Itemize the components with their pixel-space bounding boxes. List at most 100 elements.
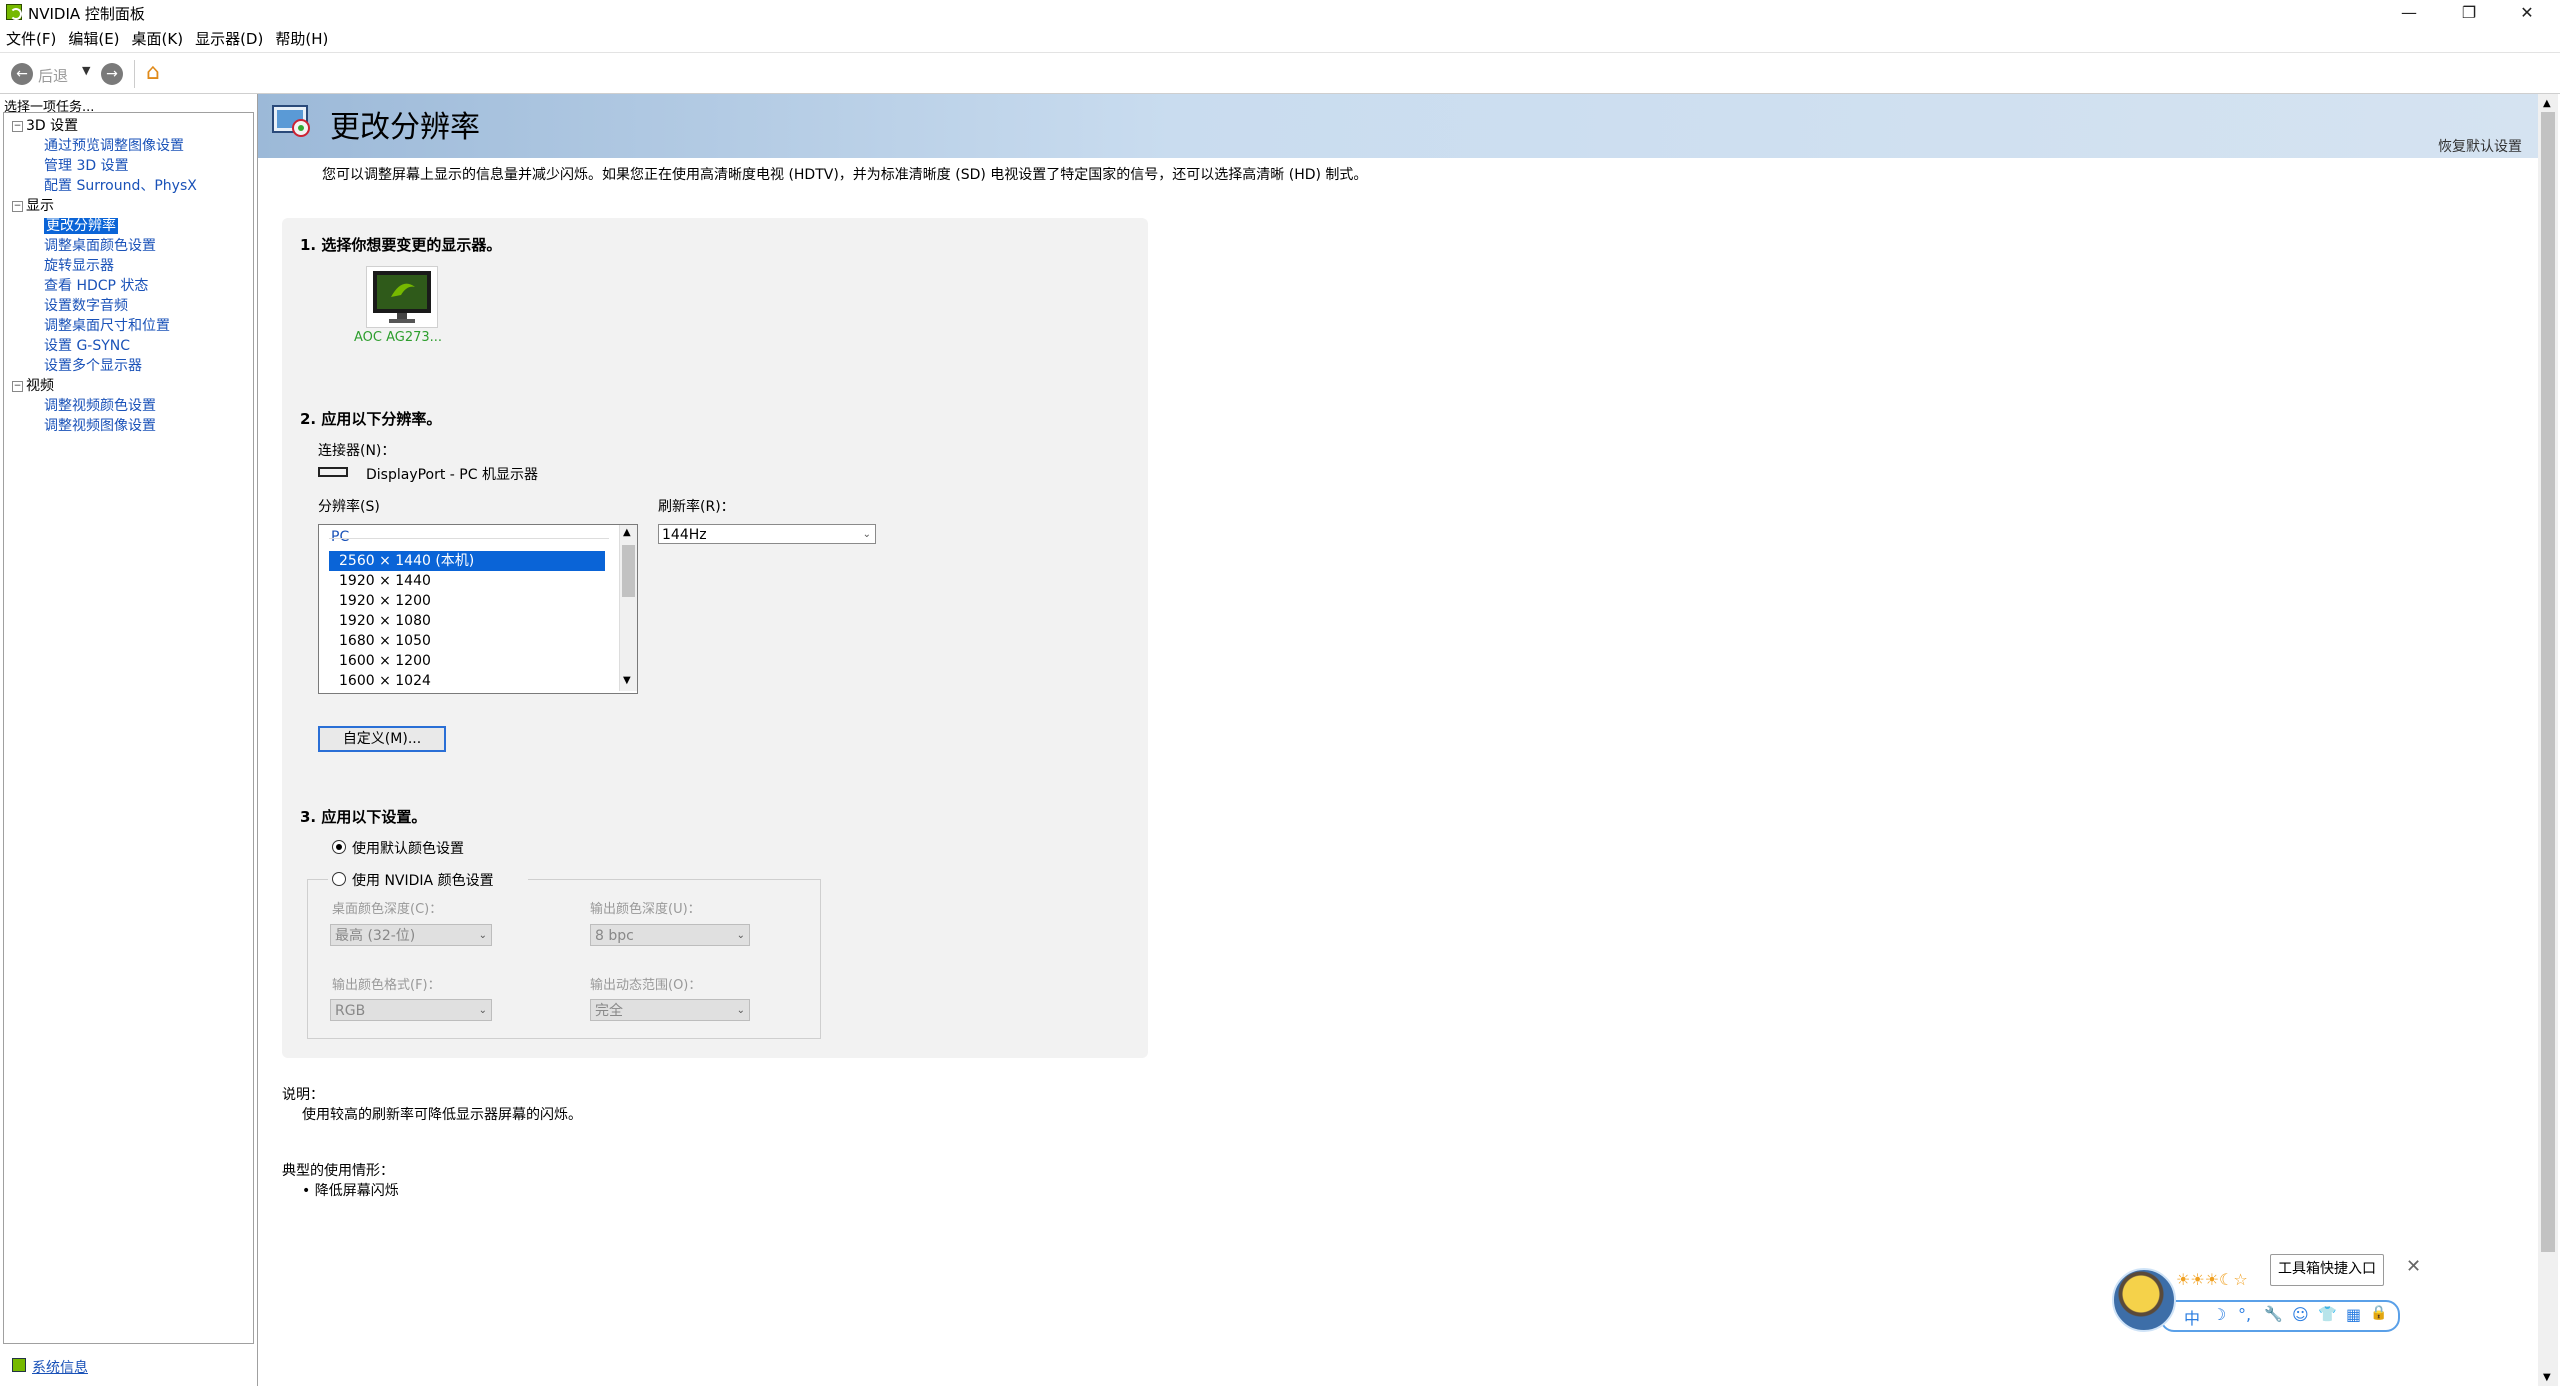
tree-item-video-image[interactable]: 调整视频图像设置 <box>12 416 197 436</box>
level-stars: ☀☀☀☾☆ <box>2176 1270 2248 1289</box>
radio-default-color-label[interactable]: 使用默认颜色设置 <box>352 838 464 858</box>
restore-defaults-link[interactable]: 恢复默认设置 <box>2438 136 2522 156</box>
scroll-down-icon[interactable]: ▼ <box>2543 1372 2551 1383</box>
step2-heading: 2. 应用以下分辨率。 <box>300 410 442 428</box>
output-range-dropdown[interactable]: 完全 ⌄ <box>590 999 750 1021</box>
tree-category-display[interactable]: − 显示 <box>12 196 197 216</box>
content-scroll-thumb[interactable] <box>2541 112 2555 1252</box>
forward-arrow-icon[interactable]: → <box>101 63 123 85</box>
collapse-icon[interactable]: − <box>12 200 23 212</box>
resolution-listbox[interactable]: PC 2560 × 1440 (本机) 1920 × 1440 1920 × 1… <box>318 524 638 694</box>
lock-icon[interactable]: 🔒 <box>2370 1305 2387 1321</box>
menu-bar: 文件(F) 编辑(E) 桌面(K) 显示器(D) 帮助(H) <box>0 28 334 50</box>
page-banner <box>258 94 2538 158</box>
radio-nvidia-color[interactable] <box>332 872 346 886</box>
resolution-scrollbar[interactable]: ▲ ▼ <box>619 525 637 691</box>
window-title: NVIDIA 控制面板 <box>28 5 145 23</box>
resolution-item[interactable]: 1600 × 1024 <box>329 671 605 689</box>
tree-item-desktop-color[interactable]: 调整桌面颜色设置 <box>12 236 197 256</box>
wrench-icon[interactable]: 🔧 <box>2264 1305 2283 1323</box>
scroll-up-icon[interactable]: ▲ <box>623 527 631 538</box>
menu-edit[interactable]: 编辑(E) <box>62 28 125 50</box>
menu-help[interactable]: 帮助(H) <box>269 28 334 50</box>
close-icon[interactable]: ✕ <box>2406 1256 2421 1277</box>
desktop-depth-label: 桌面颜色深度(C)： <box>332 902 443 917</box>
minimize-button[interactable]: — <box>2380 0 2438 26</box>
resolution-item[interactable]: 1680 × 1050 <box>329 631 605 651</box>
back-history-dropdown-icon[interactable]: ▼ <box>82 64 90 77</box>
output-depth-dropdown[interactable]: 8 bpc ⌄ <box>590 924 750 946</box>
resolution-item[interactable]: 1920 × 1440 <box>329 571 605 591</box>
tree-item-surround-physx[interactable]: 配置 Surround、PhysX <box>12 176 197 196</box>
tree-item-manage-3d[interactable]: 管理 3D 设置 <box>12 156 197 176</box>
punctuation-icon[interactable]: °, <box>2238 1305 2251 1324</box>
menu-desktop[interactable]: 桌面(K) <box>126 28 190 50</box>
display-settings-icon <box>272 105 310 137</box>
resolution-label: 分辨率(S) <box>318 499 380 515</box>
output-format-dropdown[interactable]: RGB ⌄ <box>330 999 492 1021</box>
connector-label: 连接器(N)： <box>318 443 396 459</box>
toolbox-grid-icon[interactable]: ▦ <box>2346 1305 2361 1324</box>
toolbox-shortcut-tooltip: 工具箱快捷入口 <box>2270 1254 2384 1286</box>
toolbar-divider <box>134 60 135 88</box>
scroll-down-icon[interactable]: ▼ <box>623 675 631 686</box>
emoji-icon[interactable]: ☺ <box>2292 1305 2309 1324</box>
desktop-depth-dropdown[interactable]: 最高 (32-位) ⌄ <box>330 924 492 946</box>
resolution-item[interactable]: 1920 × 1200 <box>329 591 605 611</box>
back-arrow-icon[interactable]: ← <box>11 63 33 85</box>
skin-icon[interactable]: 👕 <box>2318 1305 2337 1323</box>
system-info-link[interactable]: 系统信息 <box>32 1357 88 1377</box>
collapse-icon[interactable]: − <box>12 380 23 392</box>
scroll-up-icon[interactable]: ▲ <box>2543 98 2551 109</box>
tree-item-digital-audio[interactable]: 设置数字音频 <box>12 296 197 316</box>
title-bar <box>0 0 2560 26</box>
step3-heading: 3. 应用以下设置。 <box>300 808 427 826</box>
refresh-rate-dropdown[interactable]: 144Hz ⌄ <box>658 524 876 544</box>
maximize-button[interactable]: ❐ <box>2440 0 2498 26</box>
scroll-thumb[interactable] <box>622 545 635 597</box>
page-intro-text: 您可以调整屏幕上显示的信息量并减少闪烁。如果您正在使用高清晰度电视 (HDTV)… <box>322 167 1368 183</box>
typical-usage-item: • 降低屏幕闪烁 <box>302 1183 399 1199</box>
tree-category-video[interactable]: − 视频 <box>12 376 197 396</box>
resolution-item[interactable]: 1920 × 1080 <box>329 611 605 631</box>
chinese-mode-icon[interactable]: 中 <box>2184 1305 2200 1329</box>
tree-item-preview-image[interactable]: 通过预览调整图像设置 <box>12 136 197 156</box>
tree-item-video-color[interactable]: 调整视频颜色设置 <box>12 396 197 416</box>
moon-icon[interactable]: ☽ <box>2212 1305 2226 1324</box>
output-format-value: RGB <box>335 1003 366 1019</box>
resolution-item[interactable]: 2560 × 1440 (本机) <box>329 551 605 571</box>
monitor-label[interactable]: AOC AG273... <box>354 330 442 345</box>
tree-item-gsync[interactable]: 设置 G-SYNC <box>12 336 197 356</box>
page-title: 更改分辨率 <box>330 110 480 145</box>
customize-button[interactable]: 自定义(M)... <box>318 726 446 752</box>
radio-default-color[interactable] <box>332 840 346 854</box>
tree-item-desktop-size[interactable]: 调整桌面尺寸和位置 <box>12 316 197 336</box>
tree-category-3d[interactable]: −3D 设置 <box>12 116 197 136</box>
tree-item-rotate-display[interactable]: 旋转显示器 <box>12 256 197 276</box>
tree-item-change-resolution[interactable]: 更改分辨率 <box>12 216 197 236</box>
tree-item-multi-display[interactable]: 设置多个显示器 <box>12 356 197 376</box>
menu-display[interactable]: 显示器(D) <box>189 28 269 50</box>
monitor-icon <box>373 271 431 323</box>
menu-file[interactable]: 文件(F) <box>0 28 62 50</box>
home-icon[interactable]: ⌂ <box>146 60 160 85</box>
monitor-selector[interactable] <box>366 266 438 328</box>
connector-value: DisplayPort - PC 机显示器 <box>366 467 538 483</box>
collapse-icon[interactable]: − <box>12 120 23 132</box>
displayport-icon <box>318 467 348 477</box>
ime-avatar[interactable] <box>2112 1268 2176 1332</box>
back-button-label[interactable]: 后退 <box>38 65 68 86</box>
group-divider <box>329 538 609 539</box>
step1-heading: 1. 选择你想要变更的显示器。 <box>300 236 502 254</box>
close-button[interactable]: ✕ <box>2498 0 2556 26</box>
chevron-down-icon: ⌄ <box>862 529 871 540</box>
refresh-rate-value: 144Hz <box>662 527 707 543</box>
typical-usage-heading: 典型的使用情形： <box>282 1163 394 1179</box>
radio-nvidia-color-label[interactable]: 使用 NVIDIA 颜色设置 <box>352 870 494 890</box>
description-heading: 说明： <box>282 1087 324 1103</box>
refresh-rate-label: 刷新率(R)： <box>658 499 735 515</box>
resolution-item[interactable]: 1600 × 1200 <box>329 651 605 671</box>
tree-item-hdcp[interactable]: 查看 HDCP 状态 <box>12 276 197 296</box>
description-text: 使用较高的刷新率可降低显示器屏幕的闪烁。 <box>302 1107 582 1123</box>
output-depth-value: 8 bpc <box>595 928 634 944</box>
